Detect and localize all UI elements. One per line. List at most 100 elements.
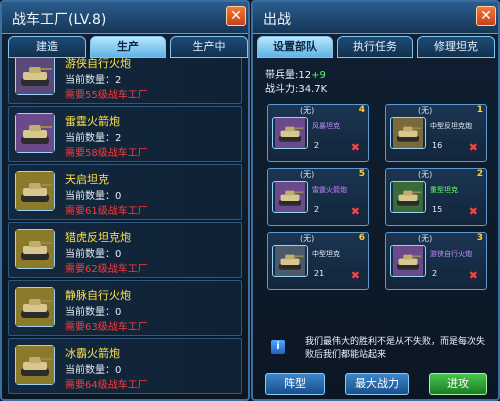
unit-row[interactable]: 游侠自行火炮 当前数量：2 需要55级战车工厂	[8, 58, 242, 104]
tab-build[interactable]: 建造	[8, 36, 86, 58]
unit-list: 游侠自行火炮 当前数量：2 需要55级战车工厂 雷霆火箭炮 当前数量：2 需要58级战车工…	[8, 58, 242, 397]
unit-thumbnail	[15, 113, 55, 153]
slot-number: 6	[358, 233, 365, 243]
unit-row[interactable]: 静脉自行火炮 当前数量：0 需要63级战车工厂	[8, 280, 242, 336]
troop-slot[interactable]: (无) 5 雷霆火箭炮 2 ✖	[267, 168, 369, 226]
unit-count: 当前数量：2	[65, 75, 122, 86]
battle-tabs: 设置部队 执行任务 修理坦克	[253, 36, 498, 58]
unit-row[interactable]: 雷霆火箭炮 当前数量：2 需要58级战车工厂	[8, 106, 242, 162]
combat-power: 战斗力:34.7K	[265, 84, 328, 95]
unit-count: 当前数量：0	[65, 191, 122, 202]
remove-icon[interactable]: ✖	[351, 141, 360, 154]
unit-name: 天启坦克	[65, 173, 109, 186]
slot-commander: (无)	[300, 234, 315, 243]
factory-panel: 战车工厂(LV.8) ✕ 建造 生产 生产中 游侠自行火炮 当前数量：2 需要55级…	[0, 0, 250, 401]
troop-slot[interactable]: (无) 2 重型坦克 15 ✖	[385, 168, 487, 226]
unit-name: 雷霆火箭炮	[65, 115, 120, 128]
tank-icon	[16, 172, 54, 210]
tank-icon	[393, 182, 423, 212]
unit-requirement: 需要55级战车工厂	[65, 90, 148, 101]
slot-number: 2	[476, 169, 483, 179]
slot-commander: (无)	[418, 106, 433, 115]
unit-count: 当前数量：0	[65, 365, 122, 376]
tab-execute-mission[interactable]: 执行任务	[337, 36, 413, 58]
unit-thumbnail	[15, 287, 55, 327]
info-icon: i	[271, 340, 285, 354]
battle-panel: 出战 ✕ 设置部队 执行任务 修理坦克 带兵量:12+9 战斗力:34.7K (…	[251, 0, 500, 401]
slot-unit-count: 2	[314, 141, 320, 150]
troop-capacity: 带兵量:12+9	[265, 66, 326, 81]
remove-icon[interactable]: ✖	[469, 205, 478, 218]
battle-title-bar: 出战 ✕	[253, 2, 498, 34]
unit-count: 当前数量：0	[65, 249, 122, 260]
troop-slot[interactable]: (无) 6 中型坦克 21 ✖	[267, 232, 369, 290]
remove-icon[interactable]: ✖	[469, 269, 478, 282]
slot-number: 1	[476, 105, 483, 115]
unit-thumbnail	[15, 171, 55, 211]
tank-icon	[16, 230, 54, 268]
slot-thumbnail	[390, 117, 426, 149]
unit-thumbnail	[15, 229, 55, 269]
slot-unit-count: 16	[432, 141, 443, 150]
slot-commander: (无)	[418, 234, 433, 243]
tank-icon	[393, 118, 423, 148]
formation-button[interactable]: 阵型	[265, 373, 325, 395]
unit-count: 当前数量：2	[65, 133, 122, 144]
unit-row[interactable]: 冰霸火箭炮当前数量：0 需要64级战车工厂	[8, 338, 242, 394]
slot-thumbnail	[272, 117, 308, 149]
unit-thumbnail	[15, 58, 55, 95]
tank-icon	[16, 288, 54, 326]
slot-number: 3	[476, 233, 483, 243]
unit-row[interactable]: 猎虎反坦克炮 当前数量：0 需要62级战车工厂	[8, 222, 242, 278]
slot-thumbnail	[272, 181, 308, 213]
slot-thumbnail	[272, 245, 308, 277]
slot-unit-name: 风暴坦克	[312, 122, 340, 130]
factory-title-bar: 战车工厂(LV.8) ✕	[2, 2, 248, 34]
tip-text: 我们最伟大的胜利不是从不失败，而是每次失败后我们都能站起来	[305, 337, 486, 360]
tank-icon	[275, 246, 305, 276]
tab-produce[interactable]: 生产	[90, 36, 166, 58]
factory-tabs: 建造 生产 生产中	[2, 36, 248, 58]
tank-icon	[16, 114, 54, 152]
factory-close-button[interactable]: ✕	[226, 6, 246, 26]
battle-title: 出战	[263, 12, 291, 28]
slot-number: 4	[358, 105, 365, 115]
max-power-button[interactable]: 最大战力	[345, 373, 409, 395]
slot-unit-name: 雷霆火箭炮	[312, 186, 347, 194]
slot-commander: (无)	[300, 170, 315, 179]
remove-icon[interactable]: ✖	[469, 141, 478, 154]
unit-thumbnail	[15, 345, 55, 385]
attack-button[interactable]: 进攻	[429, 373, 487, 395]
tank-icon	[393, 246, 423, 276]
unit-count: 当前数量：0	[65, 307, 122, 318]
remove-icon[interactable]: ✖	[351, 269, 360, 282]
troop-slot[interactable]: (无) 3 游侠自行火炮 2 ✖	[385, 232, 487, 290]
unit-name: 游侠自行火炮	[65, 58, 131, 70]
unit-requirement: 需要64级战车工厂	[65, 380, 148, 391]
slot-unit-count: 2	[314, 205, 320, 214]
tank-icon	[275, 118, 305, 148]
battle-close-button[interactable]: ✕	[476, 6, 496, 26]
unit-requirement: 需要63级战车工厂	[65, 322, 148, 333]
tank-icon	[16, 346, 54, 384]
slot-unit-count: 21	[314, 269, 325, 278]
slot-unit-count: 2	[432, 269, 438, 278]
unit-name: 猎虎反坦克炮	[65, 231, 131, 244]
slot-thumbnail	[390, 245, 426, 277]
troop-slot[interactable]: (无) 1 中型反坦克炮 16 ✖	[385, 104, 487, 162]
tab-set-troops[interactable]: 设置部队	[257, 36, 333, 58]
factory-title: 战车工厂(LV.8)	[12, 12, 107, 28]
remove-icon[interactable]: ✖	[351, 205, 360, 218]
tank-icon	[275, 182, 305, 212]
tank-icon	[16, 58, 54, 94]
slot-number: 5	[358, 169, 365, 179]
unit-row[interactable]: 天启坦克当前数量：0 需要61级战车工厂	[8, 164, 242, 220]
slot-commander: (无)	[300, 106, 315, 115]
tab-repair-tank[interactable]: 修理坦克	[417, 36, 495, 58]
slot-commander: (无)	[418, 170, 433, 179]
unit-name: 冰霸火箭炮	[65, 347, 120, 360]
unit-requirement: 需要61级战车工厂	[65, 206, 148, 217]
troop-slot[interactable]: (无) 4 风暴坦克 2 ✖	[267, 104, 369, 162]
tab-producing[interactable]: 生产中	[170, 36, 248, 58]
unit-name: 静脉自行火炮	[65, 289, 131, 302]
